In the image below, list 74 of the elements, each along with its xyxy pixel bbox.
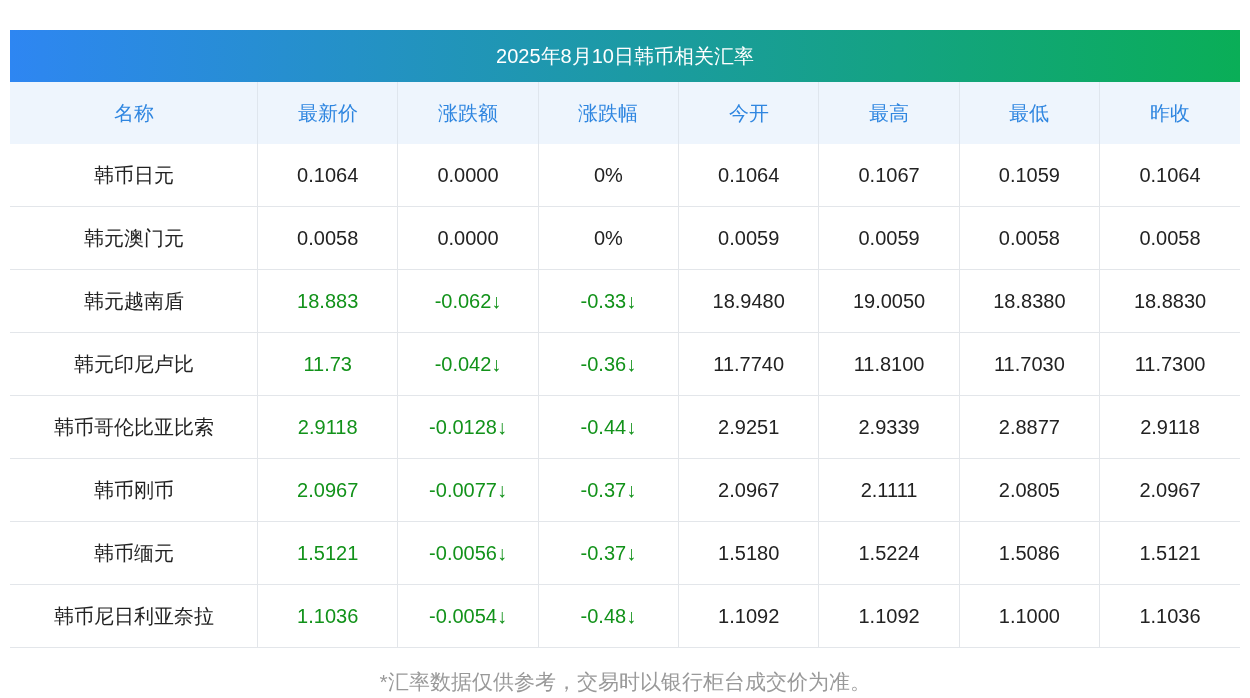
table-cell: 11.7030 (959, 332, 1100, 396)
table-cell: 0.1067 (818, 144, 960, 207)
table-cell: 18.8830 (1099, 269, 1240, 333)
table-cell: 0.0000 (397, 144, 539, 207)
table-cell: -0.37↓ (538, 521, 679, 585)
column-header: 名称 (10, 82, 258, 144)
table-cell: 0.0058 (257, 206, 398, 270)
table-cell: 0.1064 (678, 144, 819, 207)
table-cell: 1.5224 (818, 521, 960, 585)
table-cell: -0.0054↓ (397, 584, 539, 648)
table-cell: 2.0967 (257, 458, 398, 522)
table-cell: 1.1092 (678, 584, 819, 648)
table-cell: -0.042↓ (397, 332, 539, 396)
table-cell: 11.8100 (818, 332, 960, 396)
table-cell: 0.0000 (397, 206, 539, 270)
table-cell: 韩币哥伦比亚比索 (10, 395, 258, 459)
table-title: 2025年8月10日韩币相关汇率 (10, 30, 1240, 82)
table-cell: -0.48↓ (538, 584, 679, 648)
table-cell: 1.1036 (257, 584, 398, 648)
column-header: 最高 (818, 82, 960, 144)
table-cell: 0% (538, 144, 679, 207)
table-cell: 2.1111 (818, 458, 960, 522)
table-cell: 0.1064 (1099, 144, 1240, 207)
table-cell: 0.1064 (257, 144, 398, 207)
column-header: 昨收 (1099, 82, 1240, 144)
column-header: 最低 (959, 82, 1100, 144)
table-cell: 韩币尼日利亚奈拉 (10, 584, 258, 648)
table-cell: 韩元印尼卢比 (10, 332, 258, 396)
table-cell: 0.0058 (1099, 206, 1240, 270)
column-header: 涨跌幅 (538, 82, 679, 144)
table-cell: 2.0805 (959, 458, 1100, 522)
table-cell: 1.5121 (1099, 521, 1240, 585)
table-cell: 1.5086 (959, 521, 1100, 585)
column-header: 今开 (678, 82, 819, 144)
table-cell: -0.44↓ (538, 395, 679, 459)
table-cell: 19.0050 (818, 269, 960, 333)
table-cell: 韩元澳门元 (10, 206, 258, 270)
column-header: 最新价 (257, 82, 398, 144)
table-cell: 0.0059 (818, 206, 960, 270)
table-cell: 韩元越南盾 (10, 269, 258, 333)
table-cell: 0.0058 (959, 206, 1100, 270)
table-cell: 1.1036 (1099, 584, 1240, 648)
table-cell: 11.7300 (1099, 332, 1240, 396)
table-cell: 2.0967 (1099, 458, 1240, 522)
table-cell: 18.9480 (678, 269, 819, 333)
table-cell: 韩币刚币 (10, 458, 258, 522)
table-cell: 18.883 (257, 269, 398, 333)
table-cell: -0.0077↓ (397, 458, 539, 522)
table-cell: 2.9339 (818, 395, 960, 459)
table-cell: 0.1059 (959, 144, 1100, 207)
table-cell: -0.37↓ (538, 458, 679, 522)
table-cell: -0.33↓ (538, 269, 679, 333)
table-cell: -0.36↓ (538, 332, 679, 396)
table-cell: 韩币缅元 (10, 521, 258, 585)
table-cell: 韩币日元 (10, 144, 258, 207)
disclaimer-text: *汇率数据仅供参考，交易时以银行柜台成交价为准。 (378, 669, 872, 695)
table-cell: 1.1000 (959, 584, 1100, 648)
table-cell: 1.1092 (818, 584, 960, 648)
table-cell: 2.8877 (959, 395, 1100, 459)
table-cell: 1.5121 (257, 521, 398, 585)
table-cell: 11.73 (257, 332, 398, 396)
column-header: 涨跌额 (397, 82, 539, 144)
table-cell: 2.9251 (678, 395, 819, 459)
table-cell: 1.5180 (678, 521, 819, 585)
table-cell: -0.0128↓ (397, 395, 539, 459)
table-cell: 0.0059 (678, 206, 819, 270)
table-cell: 0% (538, 206, 679, 270)
table-cell: 2.9118 (257, 395, 398, 459)
table-cell: 18.8380 (959, 269, 1100, 333)
table-cell: -0.0056↓ (397, 521, 539, 585)
table-cell: 2.0967 (678, 458, 819, 522)
table-cell: 11.7740 (678, 332, 819, 396)
table-cell: 2.9118 (1099, 395, 1240, 459)
table-cell: -0.062↓ (397, 269, 539, 333)
